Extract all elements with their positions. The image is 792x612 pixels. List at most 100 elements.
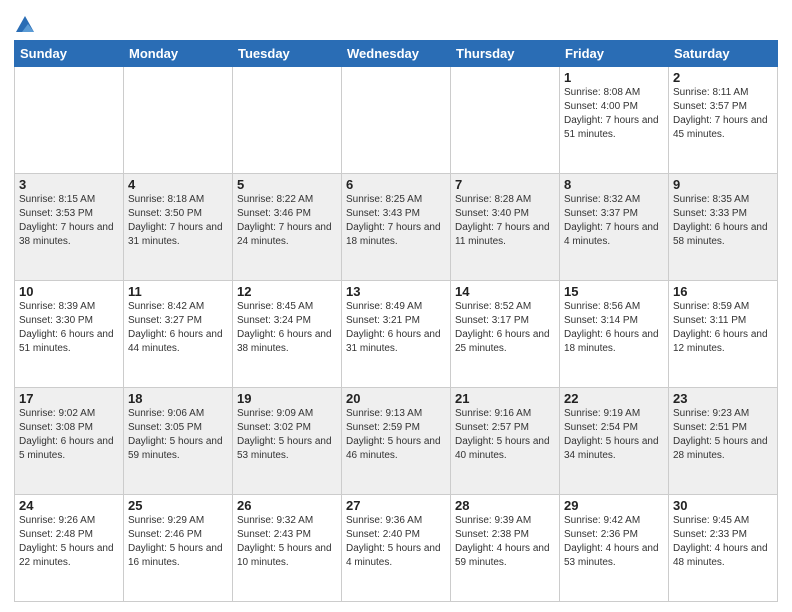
day-info: Sunrise: 9:39 AM Sunset: 2:38 PM Dayligh… — [455, 514, 555, 570]
calendar-cell: 7Sunrise: 8:28 AM Sunset: 3:40 PM Daylig… — [451, 174, 560, 281]
day-info: Sunrise: 9:02 AM Sunset: 3:08 PM Dayligh… — [19, 407, 119, 463]
day-number: 12 — [237, 284, 337, 299]
calendar-header: SundayMondayTuesdayWednesdayThursdayFrid… — [15, 41, 778, 67]
day-info: Sunrise: 8:08 AM Sunset: 4:00 PM Dayligh… — [564, 86, 664, 142]
weekday-header-saturday: Saturday — [669, 41, 778, 67]
logo-icon — [14, 14, 36, 36]
calendar-cell: 18Sunrise: 9:06 AM Sunset: 3:05 PM Dayli… — [124, 388, 233, 495]
day-info: Sunrise: 8:39 AM Sunset: 3:30 PM Dayligh… — [19, 300, 119, 356]
day-info: Sunrise: 9:26 AM Sunset: 2:48 PM Dayligh… — [19, 514, 119, 570]
day-number: 30 — [673, 498, 773, 513]
calendar-cell: 19Sunrise: 9:09 AM Sunset: 3:02 PM Dayli… — [233, 388, 342, 495]
day-number: 27 — [346, 498, 446, 513]
day-info: Sunrise: 8:15 AM Sunset: 3:53 PM Dayligh… — [19, 193, 119, 249]
day-number: 4 — [128, 177, 228, 192]
header — [14, 10, 778, 36]
calendar-cell: 11Sunrise: 8:42 AM Sunset: 3:27 PM Dayli… — [124, 281, 233, 388]
day-info: Sunrise: 9:23 AM Sunset: 2:51 PM Dayligh… — [673, 407, 773, 463]
day-number: 20 — [346, 391, 446, 406]
day-number: 23 — [673, 391, 773, 406]
day-number: 3 — [19, 177, 119, 192]
calendar-cell: 17Sunrise: 9:02 AM Sunset: 3:08 PM Dayli… — [15, 388, 124, 495]
day-info: Sunrise: 8:32 AM Sunset: 3:37 PM Dayligh… — [564, 193, 664, 249]
day-info: Sunrise: 8:56 AM Sunset: 3:14 PM Dayligh… — [564, 300, 664, 356]
day-number: 9 — [673, 177, 773, 192]
calendar-cell — [233, 67, 342, 174]
day-number: 8 — [564, 177, 664, 192]
calendar-cell: 20Sunrise: 9:13 AM Sunset: 2:59 PM Dayli… — [342, 388, 451, 495]
page: SundayMondayTuesdayWednesdayThursdayFrid… — [0, 0, 792, 612]
calendar-cell — [342, 67, 451, 174]
weekday-header-tuesday: Tuesday — [233, 41, 342, 67]
day-info: Sunrise: 8:18 AM Sunset: 3:50 PM Dayligh… — [128, 193, 228, 249]
day-info: Sunrise: 9:09 AM Sunset: 3:02 PM Dayligh… — [237, 407, 337, 463]
logo — [14, 14, 38, 36]
day-info: Sunrise: 9:45 AM Sunset: 2:33 PM Dayligh… — [673, 514, 773, 570]
calendar-row-3: 17Sunrise: 9:02 AM Sunset: 3:08 PM Dayli… — [15, 388, 778, 495]
day-number: 5 — [237, 177, 337, 192]
calendar-cell: 14Sunrise: 8:52 AM Sunset: 3:17 PM Dayli… — [451, 281, 560, 388]
day-info: Sunrise: 8:52 AM Sunset: 3:17 PM Dayligh… — [455, 300, 555, 356]
day-number: 11 — [128, 284, 228, 299]
calendar-cell: 21Sunrise: 9:16 AM Sunset: 2:57 PM Dayli… — [451, 388, 560, 495]
day-info: Sunrise: 9:29 AM Sunset: 2:46 PM Dayligh… — [128, 514, 228, 570]
calendar-cell: 28Sunrise: 9:39 AM Sunset: 2:38 PM Dayli… — [451, 495, 560, 602]
calendar-cell: 1Sunrise: 8:08 AM Sunset: 4:00 PM Daylig… — [560, 67, 669, 174]
day-info: Sunrise: 9:19 AM Sunset: 2:54 PM Dayligh… — [564, 407, 664, 463]
day-number: 28 — [455, 498, 555, 513]
day-number: 22 — [564, 391, 664, 406]
day-info: Sunrise: 8:28 AM Sunset: 3:40 PM Dayligh… — [455, 193, 555, 249]
calendar-cell: 22Sunrise: 9:19 AM Sunset: 2:54 PM Dayli… — [560, 388, 669, 495]
calendar-cell: 24Sunrise: 9:26 AM Sunset: 2:48 PM Dayli… — [15, 495, 124, 602]
day-number: 7 — [455, 177, 555, 192]
calendar-row-0: 1Sunrise: 8:08 AM Sunset: 4:00 PM Daylig… — [15, 67, 778, 174]
day-info: Sunrise: 8:59 AM Sunset: 3:11 PM Dayligh… — [673, 300, 773, 356]
calendar-cell: 26Sunrise: 9:32 AM Sunset: 2:43 PM Dayli… — [233, 495, 342, 602]
calendar-row-1: 3Sunrise: 8:15 AM Sunset: 3:53 PM Daylig… — [15, 174, 778, 281]
calendar-cell: 3Sunrise: 8:15 AM Sunset: 3:53 PM Daylig… — [15, 174, 124, 281]
day-number: 25 — [128, 498, 228, 513]
weekday-header-monday: Monday — [124, 41, 233, 67]
day-number: 15 — [564, 284, 664, 299]
calendar-row-2: 10Sunrise: 8:39 AM Sunset: 3:30 PM Dayli… — [15, 281, 778, 388]
day-number: 19 — [237, 391, 337, 406]
calendar-cell: 13Sunrise: 8:49 AM Sunset: 3:21 PM Dayli… — [342, 281, 451, 388]
day-info: Sunrise: 9:16 AM Sunset: 2:57 PM Dayligh… — [455, 407, 555, 463]
calendar-row-4: 24Sunrise: 9:26 AM Sunset: 2:48 PM Dayli… — [15, 495, 778, 602]
day-number: 17 — [19, 391, 119, 406]
day-info: Sunrise: 8:45 AM Sunset: 3:24 PM Dayligh… — [237, 300, 337, 356]
day-info: Sunrise: 9:32 AM Sunset: 2:43 PM Dayligh… — [237, 514, 337, 570]
day-info: Sunrise: 9:13 AM Sunset: 2:59 PM Dayligh… — [346, 407, 446, 463]
calendar-cell: 5Sunrise: 8:22 AM Sunset: 3:46 PM Daylig… — [233, 174, 342, 281]
calendar-cell: 2Sunrise: 8:11 AM Sunset: 3:57 PM Daylig… — [669, 67, 778, 174]
day-number: 16 — [673, 284, 773, 299]
day-number: 2 — [673, 70, 773, 85]
weekday-row: SundayMondayTuesdayWednesdayThursdayFrid… — [15, 41, 778, 67]
calendar-cell: 10Sunrise: 8:39 AM Sunset: 3:30 PM Dayli… — [15, 281, 124, 388]
day-number: 24 — [19, 498, 119, 513]
calendar-cell: 8Sunrise: 8:32 AM Sunset: 3:37 PM Daylig… — [560, 174, 669, 281]
calendar-cell: 25Sunrise: 9:29 AM Sunset: 2:46 PM Dayli… — [124, 495, 233, 602]
calendar-cell: 29Sunrise: 9:42 AM Sunset: 2:36 PM Dayli… — [560, 495, 669, 602]
day-info: Sunrise: 9:42 AM Sunset: 2:36 PM Dayligh… — [564, 514, 664, 570]
day-number: 14 — [455, 284, 555, 299]
calendar-cell: 23Sunrise: 9:23 AM Sunset: 2:51 PM Dayli… — [669, 388, 778, 495]
calendar-cell — [451, 67, 560, 174]
calendar-cell: 30Sunrise: 9:45 AM Sunset: 2:33 PM Dayli… — [669, 495, 778, 602]
weekday-header-sunday: Sunday — [15, 41, 124, 67]
day-info: Sunrise: 8:11 AM Sunset: 3:57 PM Dayligh… — [673, 86, 773, 142]
weekday-header-wednesday: Wednesday — [342, 41, 451, 67]
calendar-cell: 27Sunrise: 9:36 AM Sunset: 2:40 PM Dayli… — [342, 495, 451, 602]
calendar-cell: 9Sunrise: 8:35 AM Sunset: 3:33 PM Daylig… — [669, 174, 778, 281]
calendar: SundayMondayTuesdayWednesdayThursdayFrid… — [14, 40, 778, 602]
day-info: Sunrise: 8:42 AM Sunset: 3:27 PM Dayligh… — [128, 300, 228, 356]
calendar-body: 1Sunrise: 8:08 AM Sunset: 4:00 PM Daylig… — [15, 67, 778, 602]
calendar-cell: 15Sunrise: 8:56 AM Sunset: 3:14 PM Dayli… — [560, 281, 669, 388]
day-number: 21 — [455, 391, 555, 406]
day-number: 29 — [564, 498, 664, 513]
weekday-header-thursday: Thursday — [451, 41, 560, 67]
day-info: Sunrise: 8:35 AM Sunset: 3:33 PM Dayligh… — [673, 193, 773, 249]
calendar-cell: 6Sunrise: 8:25 AM Sunset: 3:43 PM Daylig… — [342, 174, 451, 281]
calendar-cell — [15, 67, 124, 174]
day-info: Sunrise: 9:36 AM Sunset: 2:40 PM Dayligh… — [346, 514, 446, 570]
